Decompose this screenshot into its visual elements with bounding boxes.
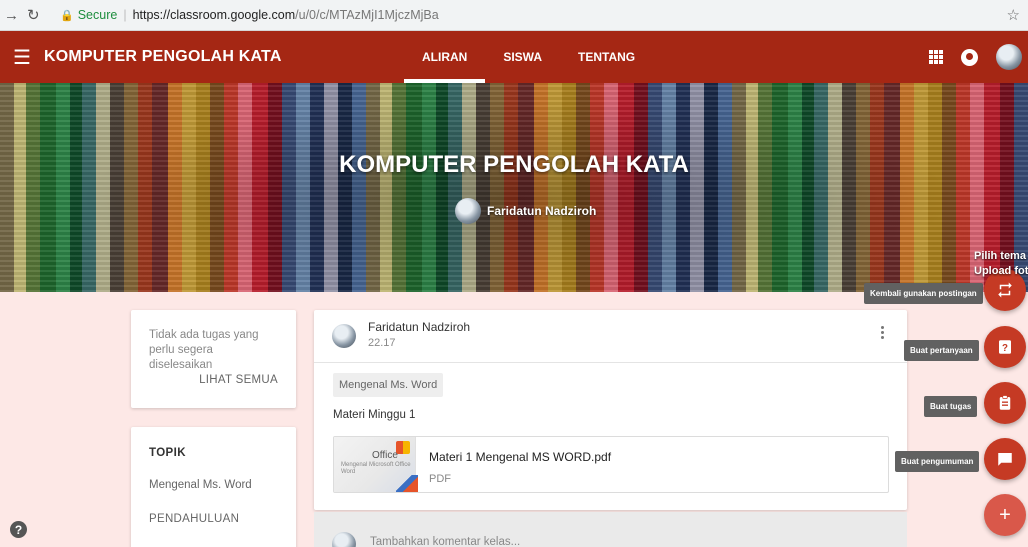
banner-links: Pilih tema Upload foto <box>974 249 1028 279</box>
tab-siswa[interactable]: SISWA <box>485 31 560 83</box>
svg-text:?: ? <box>1002 343 1008 354</box>
upload-photo-link[interactable]: Upload foto <box>974 264 1028 279</box>
post-divider <box>314 362 907 363</box>
attachment-thumbnail: Office Mengenal Microsoft Office Word <box>334 437 418 492</box>
tab-aliran[interactable]: ALIRAN <box>404 31 486 83</box>
upcoming-empty-text: Tidak ada tugas yang perlu segera disele… <box>149 329 259 371</box>
course-tabs: ALIRAN SISWA TENTANG <box>404 31 653 83</box>
create-question-tooltip: Buat pertanyaan <box>904 340 979 361</box>
notifications-icon[interactable] <box>961 48 978 66</box>
create-announcement-button[interactable] <box>984 438 1026 480</box>
app-header: ☰ KOMPUTER PENGOLAH KATA ALIRAN SISWA TE… <box>0 31 1028 83</box>
url-host: https://classroom.google.com <box>132 8 296 22</box>
repeat-icon <box>998 282 1012 298</box>
create-question-button[interactable]: ? <box>984 326 1026 368</box>
topics-heading: TOPIK <box>149 447 186 459</box>
create-announcement-tooltip: Buat pengumuman <box>895 451 980 472</box>
help-icon[interactable]: ? <box>10 521 27 538</box>
account-avatar[interactable] <box>996 44 1022 70</box>
view-all-link[interactable]: LIHAT SEMUA <box>199 374 278 386</box>
choose-theme-link[interactable]: Pilih tema <box>974 249 1028 264</box>
url-path: /u/0/c/MTAzMjI1MjczMjBa <box>295 8 439 22</box>
reuse-post-tooltip: Kembali gunakan postingan <box>864 283 983 304</box>
topics-card: TOPIK Mengenal Ms. Word PENDAHULUAN <box>131 427 296 547</box>
banner-teacher: Faridatun Nadziroh <box>455 198 596 224</box>
header-actions <box>929 31 1022 83</box>
thumbnail-caption: Mengenal Microsoft Office Word <box>341 462 411 475</box>
banner-title: KOMPUTER PENGOLAH KATA <box>339 151 689 178</box>
forward-icon[interactable]: → <box>4 7 19 24</box>
attachment-type: PDF <box>429 473 451 485</box>
browser-toolbar: → ↻ 🔒 Secure | https://classroom.google.… <box>0 0 1028 31</box>
post-author-avatar <box>332 324 356 348</box>
upcoming-work-card: Tidak ada tugas yang perlu segera disele… <box>131 310 296 408</box>
attachment-title: Materi 1 Mengenal MS WORD.pdf <box>429 450 612 464</box>
create-assignment-tooltip: Buat tugas <box>924 396 978 417</box>
office-logo-icon <box>396 441 410 454</box>
address-separator: | <box>123 8 127 22</box>
address-bar[interactable]: 🔒 Secure | https://classroom.google.com /… <box>60 4 439 26</box>
thumbnail-swoosh <box>396 475 418 492</box>
teacher-name: Faridatun Nadziroh <box>487 204 597 218</box>
post-body: Materi Minggu 1 <box>333 409 416 421</box>
attachment-info: Materi 1 Mengenal MS WORD.pdf PDF <box>416 437 611 492</box>
tab-tentang[interactable]: TENTANG <box>560 31 653 83</box>
post-time: 22.17 <box>368 337 396 349</box>
plus-icon: + <box>999 503 1011 526</box>
reload-icon[interactable]: ↻ <box>27 6 40 24</box>
attachment-card[interactable]: Office Mengenal Microsoft Office Word Ma… <box>333 436 889 493</box>
course-banner: KOMPUTER PENGOLAH KATA Faridatun Nadziro… <box>0 83 1028 292</box>
announcement-icon <box>998 453 1012 466</box>
thumbnail-brand: Office <box>372 450 398 461</box>
teacher-avatar <box>455 198 481 224</box>
course-title[interactable]: KOMPUTER PENGOLAH KATA <box>44 48 282 66</box>
browser-nav: → ↻ <box>0 6 60 25</box>
assignment-icon <box>999 395 1011 410</box>
lock-icon: 🔒 <box>60 9 74 22</box>
class-comment-bar[interactable]: Tambahkan komentar kelas... <box>314 512 907 547</box>
apps-grid-icon[interactable] <box>929 50 943 64</box>
topic-item-mengenal-ms-word[interactable]: Mengenal Ms. Word <box>149 479 278 491</box>
post-author: Faridatun Nadziroh <box>368 320 471 334</box>
topic-item-pendahuluan[interactable]: PENDAHULUAN <box>149 513 278 525</box>
create-assignment-button[interactable] <box>984 382 1026 424</box>
topic-chip[interactable]: Mengenal Ms. Word <box>333 373 444 397</box>
commenter-avatar <box>332 531 356 547</box>
comment-placeholder[interactable]: Tambahkan komentar kelas... <box>370 536 520 547</box>
post-header: Faridatun Nadziroh 22.17 <box>332 320 470 349</box>
secure-label: Secure <box>77 8 118 22</box>
question-icon: ? <box>999 340 1011 354</box>
stream-post: Faridatun Nadziroh 22.17 Mengenal Ms. Wo… <box>314 310 907 510</box>
bookmark-star-icon[interactable]: ☆ <box>1007 6 1020 24</box>
more-options-icon[interactable] <box>881 326 885 339</box>
hamburger-menu-icon[interactable]: ☰ <box>0 45 44 70</box>
create-post-button[interactable]: + <box>984 494 1026 536</box>
